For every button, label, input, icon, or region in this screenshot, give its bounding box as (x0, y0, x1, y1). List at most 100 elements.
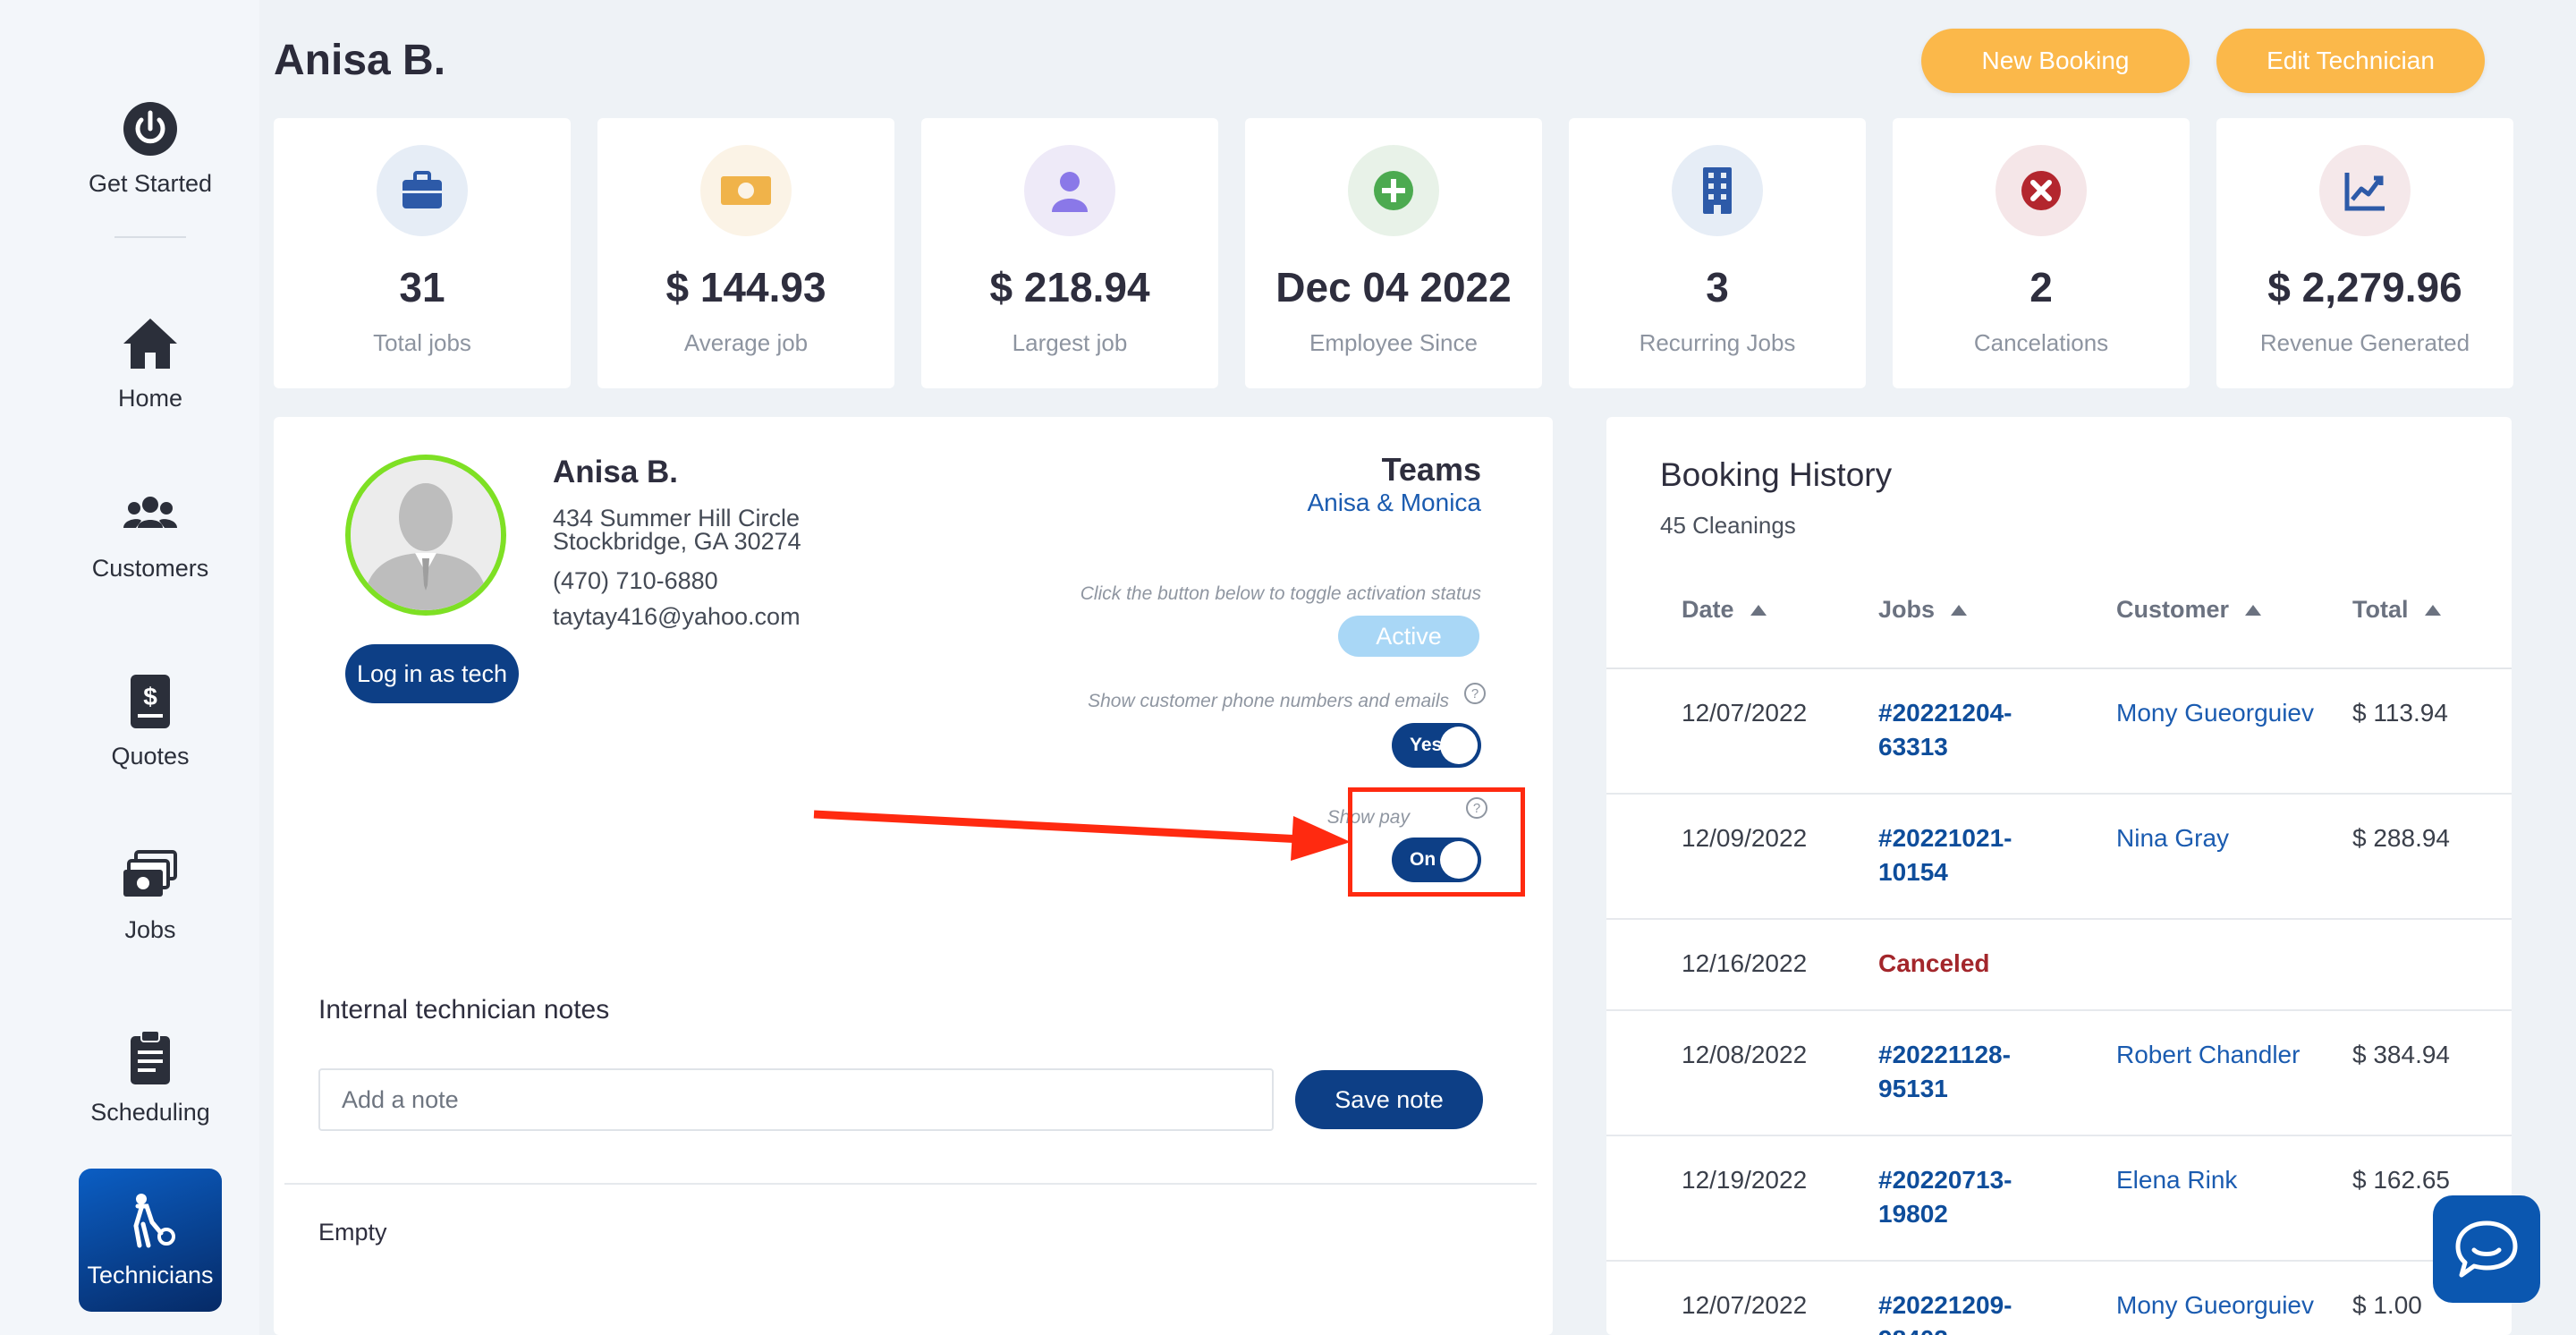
x-circle-icon (1996, 145, 2087, 236)
row-job-link[interactable]: #20221209-98402 (1878, 1288, 2057, 1335)
row-job-link[interactable]: #20221021-10154 (1878, 821, 2057, 889)
toggle-knob (1440, 727, 1478, 764)
sort-up-icon (2424, 604, 2441, 616)
column-header-label: Total (2352, 596, 2409, 623)
row-customer-link[interactable]: Robert Chandler (2116, 1038, 2300, 1072)
users-icon (123, 496, 177, 528)
note-input[interactable] (318, 1068, 1274, 1131)
stat-label: Employee Since (1309, 329, 1478, 356)
column-header-jobs[interactable]: Jobs (1878, 596, 1968, 624)
table-row[interactable]: 12/16/2022 Canceled (1606, 920, 2512, 1011)
chat-button[interactable] (2433, 1195, 2540, 1303)
row-date: 12/08/2022 (1682, 1041, 1808, 1068)
stat-label: Cancelations (1973, 329, 2109, 356)
stat-label: Average job (683, 329, 809, 356)
activation-hint: Click the button below to toggle activat… (1080, 583, 1481, 604)
row-date: 12/09/2022 (1682, 824, 1808, 852)
row-job-link[interactable]: #20220713-19802 (1878, 1163, 2057, 1231)
stat-value: 31 (399, 264, 445, 310)
column-header-date[interactable]: Date (1682, 596, 1767, 624)
row-customer-link[interactable]: Mony Gueorguiev (2116, 696, 2314, 730)
column-header-label: Customer (2116, 596, 2230, 623)
row-customer-link[interactable]: Nina Gray (2116, 821, 2229, 855)
annotation-arrow (813, 810, 1351, 861)
sidebar-item-get-started[interactable]: Get Started (79, 77, 222, 220)
sidebar-item-home[interactable]: Home (79, 292, 222, 435)
row-job-link[interactable]: #20221204-63313 (1878, 696, 2057, 764)
sidebar-item-label: Get Started (88, 169, 213, 197)
sidebar-item-label: Quotes (111, 742, 190, 770)
table-row[interactable]: 12/09/2022 #20221021-10154 Nina Gray $ 2… (1606, 795, 2512, 920)
sidebar-divider (114, 236, 186, 238)
phone-number: (470) 710-6880 (553, 567, 718, 594)
column-header-label: Jobs (1878, 596, 1936, 623)
person-icon (1024, 145, 1115, 236)
stat-value: Dec 04 2022 (1275, 264, 1512, 310)
stat-label: Recurring Jobs (1639, 329, 1796, 356)
power-icon (123, 101, 177, 156)
contact-visibility-toggle[interactable]: Yes (1392, 723, 1481, 768)
table-row[interactable]: 12/07/2022 #20221204-63313 Mony Gueorgui… (1606, 669, 2512, 795)
stat-label: Revenue Generated (2259, 329, 2470, 356)
stat-card-revenue-generated: $ 2,279.96 Revenue Generated (2216, 118, 2513, 388)
building-icon (1672, 145, 1763, 236)
new-booking-button[interactable]: New Booking (1921, 29, 2190, 93)
page-title: Anisa B. (274, 37, 446, 84)
sidebar-item-technicians[interactable]: Technicians (79, 1169, 222, 1312)
column-header-customer[interactable]: Customer (2116, 596, 2262, 624)
row-total: $ 113.94 (2352, 699, 2448, 727)
svg-text:?: ? (1471, 686, 1479, 702)
teams-title: Teams (1381, 451, 1481, 488)
sidebar-item-customers[interactable]: Customers (79, 462, 222, 605)
sidebar-item-quotes[interactable]: $ Quotes (79, 650, 222, 793)
stat-value: 3 (1706, 264, 1729, 310)
technician-icon (133, 1193, 175, 1247)
column-header-total[interactable]: Total (2352, 596, 2441, 624)
email-address: taytay416@yahoo.com (553, 603, 801, 630)
save-note-button[interactable]: Save note (1295, 1070, 1483, 1129)
technician-profile-panel: Log in as tech Anisa B. 434 Summer Hill … (274, 417, 1553, 1335)
stat-value: 2 (2029, 264, 2053, 310)
edit-technician-button[interactable]: Edit Technician (2216, 29, 2485, 93)
table-row[interactable]: 12/19/2022 #20220713-19802 Elena Rink $ … (1606, 1136, 2512, 1262)
address-line-1: 434 Summer Hill Circle (553, 505, 801, 531)
chart-line-icon (2319, 145, 2411, 236)
stat-value: $ 218.94 (989, 264, 1150, 310)
row-job-link[interactable]: #20221128-95131 (1878, 1038, 2057, 1106)
dollar-document-icon: $ (131, 674, 170, 728)
row-canceled-status: Canceled (1878, 949, 1990, 977)
home-icon (123, 318, 177, 369)
stat-card-cancelations: 2 Cancelations (1893, 118, 2190, 388)
row-customer-link[interactable]: Mony Gueorguiev (2116, 1288, 2314, 1322)
row-total: $ 1.00 (2352, 1291, 2422, 1319)
toggle-label: Yes (1410, 735, 1443, 755)
stat-card-recurring-jobs: 3 Recurring Jobs (1569, 118, 1866, 388)
contact-visibility-hint: Show customer phone numbers and emails (1088, 691, 1449, 711)
row-customer-link[interactable]: Elena Rink (2116, 1163, 2237, 1197)
row-total: $ 288.94 (2352, 824, 2450, 852)
sort-up-icon (1951, 604, 1968, 616)
team-link[interactable]: Anisa & Monica (1307, 489, 1481, 517)
sidebar-item-jobs[interactable]: Jobs (79, 823, 222, 966)
help-icon[interactable]: ? (1463, 682, 1487, 705)
row-date: 12/07/2022 (1682, 1291, 1808, 1319)
table-row[interactable]: 12/08/2022 #20221128-95131 Robert Chandl… (1606, 1011, 2512, 1136)
stat-card-largest-job: $ 218.94 Largest job (921, 118, 1218, 388)
chat-bubble-icon (2455, 1220, 2518, 1278)
notes-empty-state: Empty (318, 1219, 387, 1246)
stat-card-average-job: $ 144.93 Average job (597, 118, 894, 388)
money-stack-icon (123, 849, 177, 897)
sidebar-item-scheduling[interactable]: Scheduling (79, 1006, 222, 1149)
sort-up-icon (2245, 604, 2262, 616)
stat-card-total-jobs: 31 Total jobs (274, 118, 571, 388)
sidebar-item-label: Scheduling (90, 1098, 210, 1126)
table-row[interactable]: 12/07/2022 #20221209-98402 Mony Gueorgui… (1606, 1262, 2512, 1335)
log-in-as-tech-button[interactable]: Log in as tech (345, 644, 519, 703)
plus-circle-icon (1348, 145, 1439, 236)
sidebar-item-label: Customers (91, 554, 209, 582)
column-header-label: Date (1682, 596, 1734, 623)
clipboard-icon (131, 1029, 170, 1084)
address-line-2: Stockbridge, GA 30274 (553, 528, 801, 555)
activation-status-button[interactable]: Active (1338, 616, 1479, 657)
sidebar-item-label: Jobs (124, 915, 176, 943)
